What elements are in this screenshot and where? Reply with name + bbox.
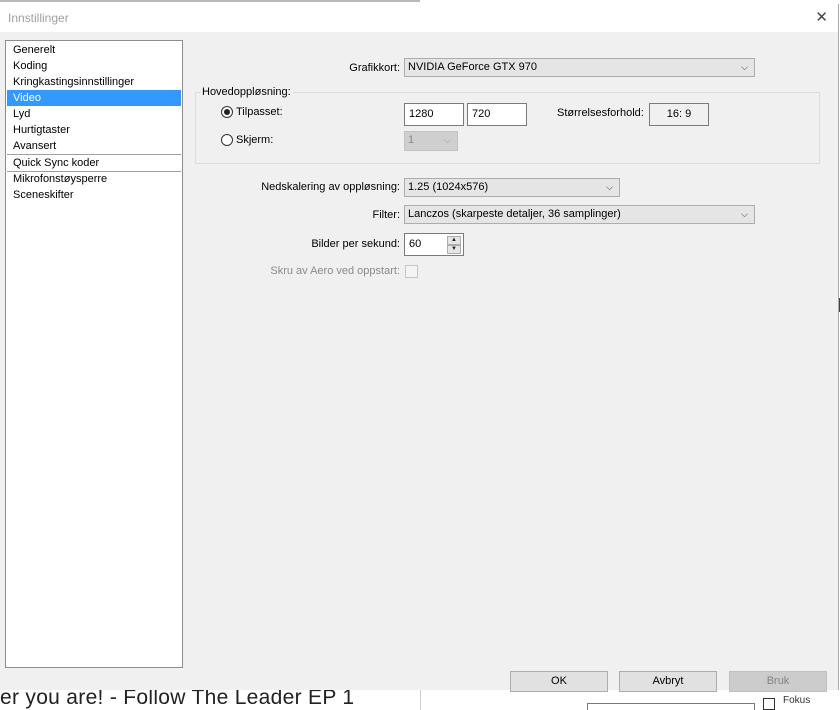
ok-button[interactable]: OK [510,671,608,692]
chevron-down-icon: ⌵ [741,62,748,72]
downscale-value: 1.25 (1024x576) [408,181,489,193]
nav-item-generelt[interactable]: Generelt [7,42,181,58]
radio-selected-dot [224,109,230,115]
filter-select[interactable]: Lanczos (skarpeste detaljer, 36 sampling… [404,205,755,224]
graphics-card-value: NVIDIA GeForce GTX 970 [408,61,537,73]
background-window-edge [0,0,420,2]
chevron-down-icon: ⌵ [741,209,748,219]
arrow-up-icon[interactable]: ▲ [447,236,461,245]
custom-resolution-label: Tilpasset: [236,106,283,118]
background-input [587,703,755,710]
custom-resolution-radio[interactable] [221,106,233,118]
resolution-width-input[interactable]: 1280 [404,103,464,126]
downscale-select[interactable]: 1.25 (1024x576) ⌵ [404,178,620,197]
graphics-card-label: Grafikkort: [349,62,400,74]
monitor-label: Skjerm: [236,134,274,146]
settings-dialog: Innstillinger ✕ Generelt Koding Kringkas… [0,4,839,692]
aspect-ratio-label: Størrelsesforhold: [557,107,644,119]
graphics-card-select[interactable]: NVIDIA GeForce GTX 970 ⌵ [404,58,755,77]
aspect-ratio-value: 16: 9 [649,103,709,126]
monitor-resolution-radio[interactable] [221,134,233,146]
nav-item-avansert[interactable]: Avansert [7,138,181,154]
nav-item-sceneskifter[interactable]: Sceneskifter [7,187,181,203]
resolution-height-input[interactable]: 720 [467,103,527,126]
monitor-select: 1 ⌵ [404,131,458,151]
background-title-text: er you are! - Follow The Leader EP 1 [0,690,355,709]
title-bar: Innstillinger ✕ [0,4,838,32]
nav-item-hurtigtaster[interactable]: Hurtigtaster [7,122,181,138]
apply-button: Bruk [729,671,827,692]
monitor-value: 1 [408,134,415,146]
fps-value: 60 [409,238,422,250]
fps-spinbox[interactable]: 60 ▲ ▼ [404,233,464,256]
chevron-down-icon: ⌵ [444,135,451,145]
downscale-label: Nedskalering av oppløsning: [261,181,400,193]
filter-value: Lanczos (skarpeste detaljer, 36 sampling… [408,208,621,220]
nav-item-lyd[interactable]: Lyd [7,106,181,122]
aero-label: Skru av Aero ved oppstart: [270,265,400,277]
background-divider [420,690,421,710]
window-title: Innstillinger [8,11,69,25]
nav-item-video[interactable]: Video [7,90,181,106]
arrow-down-icon[interactable]: ▼ [447,245,461,254]
filter-label: Filter: [372,209,401,221]
background-window-bottom: er you are! - Follow The Leader EP 1 Fok… [0,690,840,710]
aero-checkbox [405,265,418,278]
background-checkbox [763,698,775,710]
close-icon[interactable]: ✕ [815,8,828,28]
base-resolution-group-title: Hovedoppløsning: [200,86,293,98]
nav-item-quick-sync[interactable]: Quick Sync koder [7,155,181,171]
settings-category-list: Generelt Koding Kringkastingsinnstilling… [5,40,183,668]
cancel-button[interactable]: Avbryt [619,671,717,692]
background-checkbox-label: Fokus [783,695,811,706]
fps-label: Bilder per sekund: [311,238,400,250]
nav-item-kringkasting[interactable]: Kringkastingsinnstillinger [7,74,181,90]
nav-item-koding[interactable]: Koding [7,58,181,74]
chevron-down-icon: ⌵ [606,182,613,192]
nav-item-mikrofonstoysperre[interactable]: Mikrofonstøysperre [7,171,181,187]
